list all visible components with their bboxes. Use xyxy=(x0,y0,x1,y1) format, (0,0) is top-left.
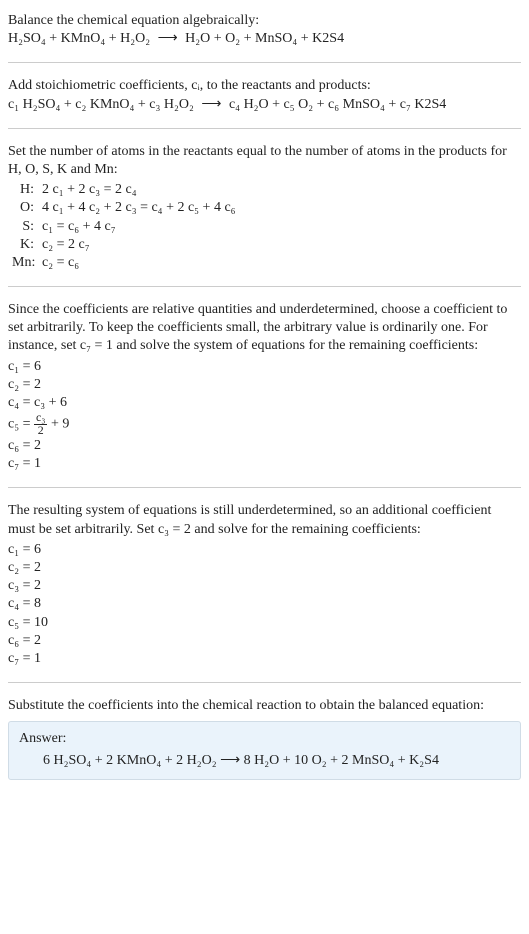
frac-suffix: + 9 xyxy=(47,417,69,432)
element-label: S: xyxy=(12,218,42,236)
stoich-text: Add stoichiometric coefficients, cᵢ, to … xyxy=(8,77,521,95)
underdetermined-text-2: The resulting system of equations is sti… xyxy=(8,502,521,538)
solution-line: c₁ = 6 xyxy=(8,358,521,376)
intro-section: Balance the chemical equation algebraica… xyxy=(8,6,521,54)
reaction-with-coeffs: c₁ H₂SO₄ + c₂ KMnO₄ + c₃ H₂O₂ ⟶ c₄ H₂O +… xyxy=(8,96,521,114)
frac-prefix: c₅ = xyxy=(8,417,34,432)
answer-label: Answer: xyxy=(19,730,510,748)
solutions-1: c₁ = 6 c₂ = 2 c₄ = c₃ + 6 c₅ = c₃2 + 9 c… xyxy=(8,358,521,474)
denominator: 2 xyxy=(36,425,46,437)
atom-row: Mn: c₂ = c₆ xyxy=(12,254,521,272)
answer-equation: 6 H₂SO₄ + 2 KMnO₄ + 2 H₂O₂ ⟶ 8 H₂O + 10 … xyxy=(19,752,510,770)
substitute-section: Substitute the coefficients into the che… xyxy=(8,691,521,786)
element-equation: 2 c₁ + 2 c₃ = 2 c₄ xyxy=(42,181,137,199)
atom-equations-table: H: 2 c₁ + 2 c₃ = 2 c₄ O: 4 c₁ + 4 c₂ + 2… xyxy=(12,181,521,272)
lhs: H₂SO₄ + KMnO₄ + H₂O₂ xyxy=(8,31,150,46)
element-equation: 4 c₁ + 4 c₂ + 2 c₃ = c₄ + 2 c₅ + 4 c₆ xyxy=(42,199,236,217)
arrow-icon: ⟶ xyxy=(154,31,182,46)
solution-line: c₂ = 2 xyxy=(8,376,521,394)
rhs: H₂O + O₂ + MnSO₄ + K2S4 xyxy=(185,31,344,46)
lhs: c₁ H₂SO₄ + c₂ KMnO₄ + c₃ H₂O₂ xyxy=(8,97,194,112)
answer-box: Answer: 6 H₂SO₄ + 2 KMnO₄ + 2 H₂O₂ ⟶ 8 H… xyxy=(8,721,521,779)
atom-row: O: 4 c₁ + 4 c₂ + 2 c₃ = c₄ + 2 c₅ + 4 c₆ xyxy=(12,199,521,217)
solution-line: c₅ = 10 xyxy=(8,614,521,632)
solutions-2: c₁ = 6 c₂ = 2 c₃ = 2 c₄ = 8 c₅ = 10 c₆ =… xyxy=(8,541,521,668)
atom-row: K: c₂ = 2 c₇ xyxy=(12,236,521,254)
solution-line: c₇ = 1 xyxy=(8,650,521,668)
solution-line: c₆ = 2 xyxy=(8,437,521,455)
divider xyxy=(8,286,521,287)
solution-line: c₃ = 2 xyxy=(8,577,521,595)
stoich-section: Add stoichiometric coefficients, cᵢ, to … xyxy=(8,71,521,119)
divider xyxy=(8,487,521,488)
element-label: Mn: xyxy=(12,254,42,272)
divider xyxy=(8,682,521,683)
atoms-intro: Set the number of atoms in the reactants… xyxy=(8,143,521,179)
intro-text: Balance the chemical equation algebraica… xyxy=(8,12,521,30)
divider xyxy=(8,62,521,63)
divider xyxy=(8,128,521,129)
reaction-plain: H₂SO₄ + KMnO₄ + H₂O₂ ⟶ H₂O + O₂ + MnSO₄ … xyxy=(8,30,521,48)
solve-section-2: The resulting system of equations is sti… xyxy=(8,496,521,674)
atom-row: S: c₁ = c₆ + 4 c₇ xyxy=(12,218,521,236)
solution-line: c₄ = 8 xyxy=(8,595,521,613)
substitute-text: Substitute the coefficients into the che… xyxy=(8,697,521,715)
atom-row: H: 2 c₁ + 2 c₃ = 2 c₄ xyxy=(12,181,521,199)
element-equation: c₂ = c₆ xyxy=(42,254,79,272)
solution-line: c₇ = 1 xyxy=(8,455,521,473)
arrow-icon: ⟶ xyxy=(197,97,225,112)
element-equation: c₁ = c₆ + 4 c₇ xyxy=(42,218,116,236)
solution-line: c₁ = 6 xyxy=(8,541,521,559)
solution-line-fraction: c₅ = c₃2 + 9 xyxy=(8,412,521,437)
element-label: O: xyxy=(12,199,42,217)
element-label: K: xyxy=(12,236,42,254)
element-equation: c₂ = 2 c₇ xyxy=(42,236,90,254)
fraction: c₃2 xyxy=(34,412,47,437)
atom-balance-section: Set the number of atoms in the reactants… xyxy=(8,137,521,278)
underdetermined-text-1: Since the coefficients are relative quan… xyxy=(8,301,521,356)
solution-line: c₆ = 2 xyxy=(8,632,521,650)
element-label: H: xyxy=(12,181,42,199)
rhs: c₄ H₂O + c₅ O₂ + c₆ MnSO₄ + c₇ K2S4 xyxy=(229,97,446,112)
solution-line: c₄ = c₃ + 6 xyxy=(8,394,521,412)
solve-section-1: Since the coefficients are relative quan… xyxy=(8,295,521,479)
solution-line: c₂ = 2 xyxy=(8,559,521,577)
